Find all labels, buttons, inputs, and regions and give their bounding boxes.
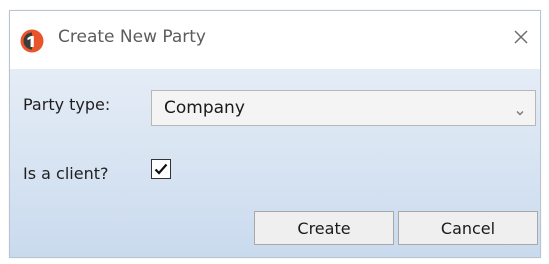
title-bar: Create New Party bbox=[10, 11, 540, 69]
dialog-title: Create New Party bbox=[58, 27, 206, 47]
party-type-select[interactable]: Company bbox=[151, 90, 536, 126]
create-button[interactable]: Create bbox=[254, 211, 394, 245]
is-client-checkbox[interactable] bbox=[151, 159, 171, 179]
chevron-down-icon bbox=[515, 103, 525, 116]
party-type-label: Party type: bbox=[23, 95, 111, 114]
cancel-button[interactable]: Cancel bbox=[398, 211, 538, 245]
create-new-party-dialog: Create New Party Party type: Company Is … bbox=[9, 10, 541, 258]
close-button[interactable] bbox=[506, 24, 536, 54]
app-logo-icon bbox=[20, 29, 44, 53]
party-type-value: Company bbox=[164, 98, 245, 118]
close-icon bbox=[513, 29, 529, 49]
is-client-label: Is a client? bbox=[23, 164, 109, 183]
